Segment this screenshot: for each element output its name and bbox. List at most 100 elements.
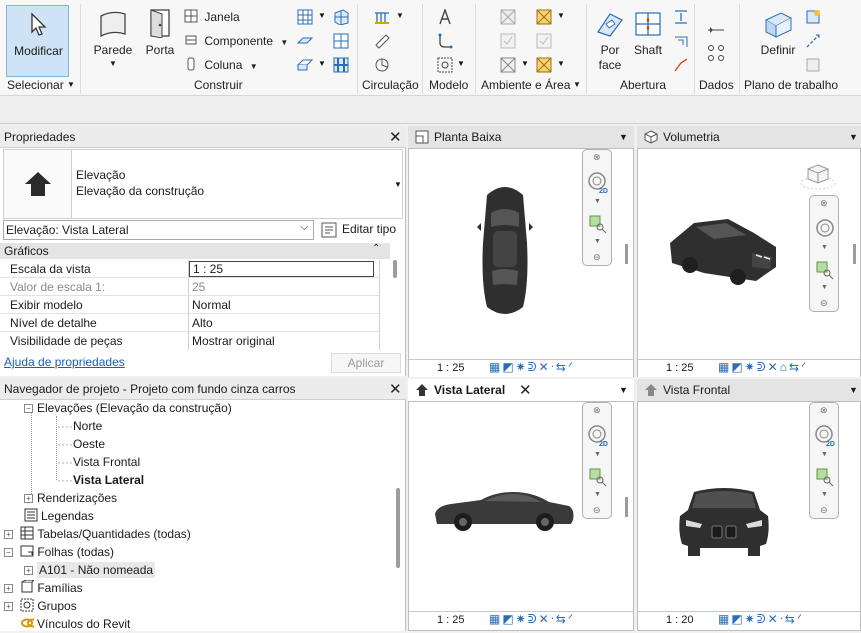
room-separator-icon[interactable]	[500, 33, 516, 49]
tree-item-side-view[interactable]: ····Vista Lateral	[57, 471, 144, 489]
tree-item-west[interactable]: ····Oeste	[57, 435, 105, 453]
view-control-icons[interactable]: ▦◩✷ᕲ✕ᐧ⇆ᐟ	[718, 611, 804, 628]
tree-elevations[interactable]: − Elevações (Elevação da construção)	[24, 399, 232, 417]
view-control-icons[interactable]: ▦◩✷ᕲ✕ᐧ⇆ᐟ	[489, 359, 575, 376]
tree-families[interactable]: + Famílias	[4, 579, 83, 597]
property-row[interactable]: Nível de detalhe Alto	[0, 314, 390, 332]
tab-floor-plan[interactable]: Planta Baixa	[408, 126, 634, 148]
model-group-icon[interactable]	[437, 57, 453, 73]
navbar-close-icon[interactable]: ⊗	[820, 198, 828, 209]
zoom-region-icon[interactable]	[588, 467, 608, 487]
tab-3d[interactable]: Volumetria	[637, 126, 861, 148]
side-view-close-icon[interactable]: ✕	[519, 383, 532, 398]
ceiling-icon[interactable]	[297, 33, 313, 49]
browser-close-icon[interactable]: ✕	[389, 382, 402, 397]
mullion-icon[interactable]	[333, 57, 349, 73]
steering-wheel-2d-icon[interactable]: 2D	[813, 423, 837, 447]
tag-room-icon[interactable]	[500, 57, 516, 73]
zoom-region-icon[interactable]	[815, 260, 835, 280]
properties-close-icon[interactable]: ✕	[389, 130, 402, 145]
component-button[interactable]: Componente ▼	[184, 33, 288, 48]
navbar-options-icon[interactable]: ⊖	[820, 298, 828, 309]
collapse-icon[interactable]: ⌃	[372, 243, 380, 254]
side-view-canvas[interactable]: ⊗ 2D ▼ ▼ ⊖ 1 : 25 ▦◩✷ᕲ✕ᐧ⇆ᐟ	[408, 401, 634, 631]
zoom-region-icon[interactable]	[815, 467, 835, 487]
curtain-system-icon[interactable]	[333, 9, 349, 25]
navbar-options-icon[interactable]: ⊖	[820, 505, 828, 516]
3d-menu-icon[interactable]: ▼	[849, 132, 858, 142]
front-view-navigation-bar[interactable]: ⊗ 2D ▼ ▼ ⊖	[809, 402, 839, 519]
tree-legends[interactable]: Legendas	[24, 507, 94, 525]
room-area-group-label[interactable]: Ambiente e Área	[481, 78, 570, 92]
room-icon[interactable]	[500, 9, 516, 25]
tree-item-front-view[interactable]: ····Vista Frontal	[57, 453, 140, 471]
tree-sheet-a101[interactable]: + A101 - Não nomeada	[24, 561, 156, 579]
level-icon[interactable]	[707, 21, 725, 37]
front-view-canvas[interactable]: ⊗ 2D ▼ ▼ ⊖ 1 : 20 ▦◩✷ᕲ✕ᐧ⇆ᐟ	[637, 401, 861, 631]
side-view-navigation-bar[interactable]: ⊗ 2D ▼ ▼ ⊖	[582, 402, 612, 519]
steering-wheel-2d-icon[interactable]: 2D	[586, 170, 610, 194]
tag-area-icon[interactable]	[536, 57, 552, 73]
select-group-label[interactable]: Selecionar	[7, 78, 64, 92]
tree-groups[interactable]: + Grupos	[4, 597, 77, 615]
side-view-menu-icon[interactable]: ▼	[619, 385, 628, 395]
navbar-close-icon[interactable]: ⊗	[820, 405, 828, 416]
3d-canvas[interactable]: ⊗ ▼ ▼ ⊖ 1 : 25 ▦◩✷ᕲ✕⌂⇆ᐟ	[637, 148, 861, 377]
tree-item-north[interactable]: ····Norte	[57, 417, 102, 435]
3d-navigation-bar[interactable]: ⊗ ▼ ▼ ⊖	[809, 195, 839, 312]
window-button[interactable]: Janela	[184, 9, 240, 24]
type-selector[interactable]: Elevação Elevação da construção ▼	[3, 149, 403, 219]
tab-front-view[interactable]: Vista Frontal	[637, 379, 861, 401]
ramp-icon[interactable]	[374, 33, 390, 49]
ref-plane-icon[interactable]	[805, 33, 821, 49]
select-dropdown-icon[interactable]: ▼	[67, 80, 75, 89]
instance-selector[interactable]: Elevação: Vista Lateral ⌵	[3, 220, 314, 240]
vertical-opening-icon[interactable]	[673, 33, 689, 49]
properties-section-graphics[interactable]: Gráficos ⌃	[0, 243, 390, 259]
floor-plan-menu-icon[interactable]: ▼	[619, 132, 628, 142]
edit-type-button[interactable]: Editar tipo	[319, 220, 403, 240]
door-button[interactable]: Porta	[142, 5, 178, 71]
navbar-options-icon[interactable]: ⊖	[593, 252, 601, 263]
area-icon[interactable]	[536, 9, 552, 25]
floor-plan-scrollbar[interactable]	[625, 244, 628, 264]
by-face-button[interactable]: Por face	[594, 5, 626, 75]
navbar-options-icon[interactable]: ⊖	[593, 505, 601, 516]
dormer-opening-icon[interactable]	[673, 57, 689, 73]
navbar-close-icon[interactable]: ⊗	[593, 152, 601, 163]
stair-icon[interactable]	[374, 57, 390, 73]
curtain-grid-icon[interactable]	[333, 33, 349, 49]
tree-renderings[interactable]: + Renderizações	[24, 489, 117, 507]
railing-icon[interactable]	[374, 9, 390, 25]
zoom-region-icon[interactable]	[588, 214, 608, 234]
floor-plan-navigation-bar[interactable]: ⊗ 2D ▼ ▼ ⊖	[582, 149, 612, 266]
property-value-input[interactable]: 1 : 25	[189, 261, 374, 277]
model-text-icon[interactable]	[437, 9, 453, 25]
tree-sheets[interactable]: − Folhas (todas)	[4, 543, 114, 561]
tree-schedules[interactable]: + Tabelas/Quantidades (todas)	[4, 525, 191, 543]
view-control-icons[interactable]: ▦◩✷ᕲ✕ᐧ⇆ᐟ	[489, 611, 575, 628]
room-area-dropdown-icon[interactable]: ▼	[573, 80, 581, 89]
wall-opening-icon[interactable]	[673, 9, 689, 25]
front-view-scale[interactable]: 1 : 20	[666, 612, 694, 629]
side-view-scale[interactable]: 1 : 25	[437, 612, 465, 629]
properties-help-link[interactable]: Ajuda de propriedades	[4, 355, 125, 369]
modify-button[interactable]: Modificar	[6, 5, 69, 77]
browser-scrollbar[interactable]	[396, 488, 400, 568]
navbar-close-icon[interactable]: ⊗	[593, 405, 601, 416]
viewer-icon[interactable]	[805, 57, 821, 73]
set-workplane-button[interactable]: Definir	[756, 5, 800, 71]
viewcube-icon[interactable]	[800, 161, 836, 191]
model-line-icon[interactable]	[437, 33, 453, 49]
roof-icon[interactable]	[297, 9, 313, 25]
floor-plan-canvas[interactable]: ⊗ 2D ▼ ▼ ⊖ 1 : 25 ▦◩✷ᕲ✕ᐧ⇆ᐟ	[408, 148, 634, 377]
property-row[interactable]: Exibir modelo Normal	[0, 296, 390, 314]
side-view-scrollbar[interactable]	[625, 497, 628, 517]
show-workplane-icon[interactable]	[805, 9, 821, 25]
grid-icon[interactable]	[707, 44, 725, 62]
steering-wheel-icon[interactable]	[813, 216, 837, 240]
properties-scrollbar[interactable]	[393, 260, 397, 278]
3d-scale[interactable]: 1 : 25	[666, 360, 694, 377]
steering-wheel-2d-icon[interactable]: 2D	[586, 423, 610, 447]
view-control-icons[interactable]: ▦◩✷ᕲ✕⌂⇆ᐟ	[718, 359, 808, 376]
